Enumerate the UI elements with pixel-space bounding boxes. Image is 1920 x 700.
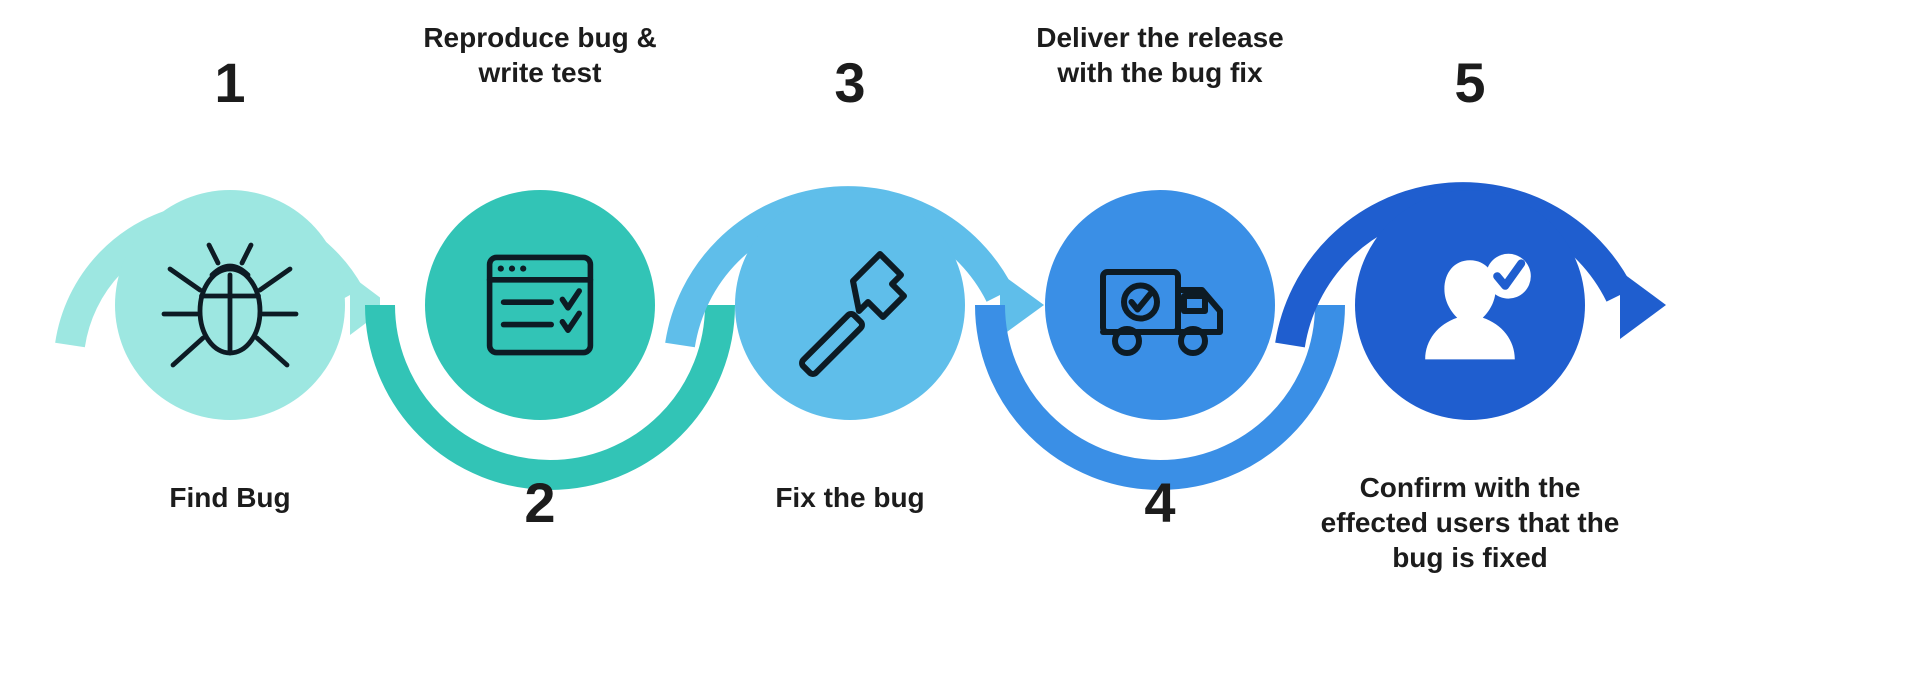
checklist-window-icon [470,235,610,375]
step-5-circle [1355,190,1585,420]
step-4-number: 4 [1144,470,1175,535]
step-5-label: Confirm with the effected users that the… [1320,470,1620,575]
step-5-number: 5 [1454,50,1485,115]
step-3-label: Fix the bug [700,480,1000,515]
step-2-label: Reproduce bug & write test [390,20,690,90]
step-2-number: 2 [524,470,555,535]
delivery-truck-icon [1085,230,1235,380]
step-1-label: Find Bug [80,480,380,515]
bug-icon [155,230,305,380]
step-5: 5 Confirm with the effected users that t… [1320,190,1620,420]
step-2-circle [425,190,655,420]
user-check-icon [1390,225,1550,385]
step-3-number: 3 [834,50,865,115]
step-3-circle [735,190,965,420]
step-1-number: 1 [214,50,245,115]
step-4: Deliver the release with the bug fix 4 [1010,190,1310,420]
step-1: 1 Find Bug [80,190,380,420]
hammer-icon [775,230,925,380]
step-3: 3 Fix the bug [700,190,1000,420]
step-4-label: Deliver the release with the bug fix [1010,20,1310,90]
step-4-circle [1045,190,1275,420]
step-2: Reproduce bug & write test 2 [390,190,690,420]
bug-fix-process-diagram: 1 Find Bug [0,0,1920,700]
step-1-circle [115,190,345,420]
